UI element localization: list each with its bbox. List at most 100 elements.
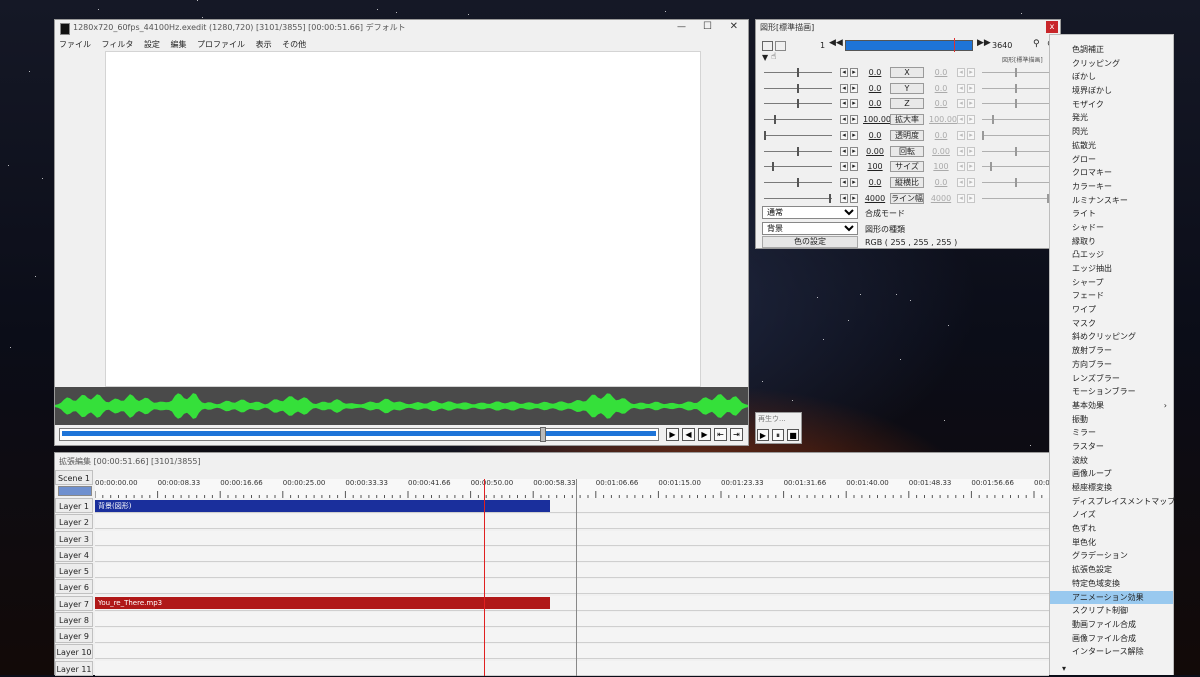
timeline-clip[interactable]: 背景(図形): [95, 499, 550, 512]
frame-end-icon[interactable]: [775, 41, 786, 51]
menu-item[interactable]: 境界ぼかし: [1050, 84, 1173, 98]
increment-arrow-icon[interactable]: ▸: [850, 83, 858, 93]
left-slider-track[interactable]: [764, 166, 832, 168]
left-value[interactable]: 100: [863, 162, 887, 171]
left-slider-thumb[interactable]: [797, 146, 799, 156]
menu-item[interactable]: 拡張色設定: [1050, 563, 1173, 577]
frame-start-icon[interactable]: [762, 41, 773, 51]
param-label-button[interactable]: 縦横比: [890, 176, 924, 188]
decrement-arrow-icon[interactable]: ◂: [840, 177, 848, 187]
menu-view[interactable]: 表示: [256, 40, 272, 49]
menu-item[interactable]: 閃光: [1050, 125, 1173, 139]
jump-start-icon[interactable]: ⇤: [714, 428, 727, 441]
layer-track[interactable]: [95, 514, 1049, 530]
close-button[interactable]: ✕: [730, 21, 738, 32]
menu-item[interactable]: ぼかし: [1050, 70, 1173, 84]
left-value[interactable]: 0.0: [863, 68, 887, 77]
menu-item[interactable]: ワイプ: [1050, 303, 1173, 317]
mini-play-icon[interactable]: ▶: [757, 429, 769, 441]
shape-type-select[interactable]: 背景: [762, 222, 858, 235]
timeline-clip[interactable]: You_re_There.mp3: [95, 597, 550, 609]
increment-arrow-icon[interactable]: ▸: [850, 99, 858, 109]
scene-selector[interactable]: Scene 1: [55, 470, 93, 485]
layer-label[interactable]: Layer 9: [55, 628, 93, 643]
layer-label[interactable]: Layer 5: [55, 563, 93, 578]
menu-item[interactable]: シャープ: [1050, 276, 1173, 290]
param-label-button[interactable]: Z: [890, 98, 924, 110]
menu-item[interactable]: モザイク: [1050, 98, 1173, 112]
increment-arrow-icon[interactable]: ▸: [850, 146, 858, 156]
play-icon[interactable]: ▶: [666, 428, 679, 441]
menu-item[interactable]: 斜めクリッピング: [1050, 330, 1173, 344]
menu-item[interactable]: フェード: [1050, 289, 1173, 303]
layer-label[interactable]: Layer 11: [55, 660, 93, 676]
param-label-button[interactable]: Y: [890, 82, 924, 94]
collapse-icon[interactable]: ▼: [762, 53, 768, 62]
menu-item[interactable]: 振動: [1050, 413, 1173, 427]
layer-track[interactable]: [95, 563, 1049, 578]
jump-end-icon[interactable]: ⇥: [730, 428, 743, 441]
step-forward-icon[interactable]: ▶: [698, 428, 711, 441]
minimize-button[interactable]: —: [677, 22, 686, 32]
left-slider-thumb[interactable]: [797, 68, 799, 77]
menu-item[interactable]: シャドー: [1050, 221, 1173, 235]
menu-item[interactable]: スクリプト制御: [1050, 604, 1173, 618]
left-slider-thumb[interactable]: [773, 115, 776, 125]
left-slider-thumb[interactable]: [797, 177, 799, 187]
layer-track[interactable]: [95, 530, 1049, 546]
pin-icon[interactable]: ⚲: [1033, 39, 1040, 49]
param-label-button[interactable]: 拡大率: [890, 114, 924, 126]
left-value[interactable]: 0.0: [863, 178, 887, 187]
menu-item[interactable]: ミラー: [1050, 426, 1173, 440]
left-slider-thumb[interactable]: [797, 83, 799, 93]
left-value[interactable]: 0.0: [863, 84, 887, 93]
frame-range-bar[interactable]: [845, 38, 973, 52]
layer-track[interactable]: [95, 660, 1049, 676]
layer-label[interactable]: Layer 8: [55, 611, 93, 627]
decrement-arrow-icon[interactable]: ◂: [840, 130, 848, 140]
menu-item[interactable]: 色調補正: [1050, 43, 1173, 57]
step-back-icon[interactable]: ◀: [682, 428, 695, 441]
forward-icon[interactable]: ▶▶: [977, 38, 991, 48]
param-label-button[interactable]: X: [890, 67, 924, 78]
menu-item[interactable]: グロー: [1050, 153, 1173, 167]
left-value[interactable]: 0.0: [863, 131, 887, 140]
left-value[interactable]: 0.0: [863, 99, 887, 108]
menu-profile[interactable]: プロファイル: [197, 40, 245, 49]
menu-settings[interactable]: 設定: [144, 40, 160, 49]
menu-item[interactable]: クロマキー: [1050, 166, 1173, 180]
layer-track[interactable]: [95, 644, 1049, 660]
menu-item[interactable]: モーションブラー: [1050, 385, 1173, 399]
maximize-button[interactable]: ☐: [703, 21, 712, 32]
menu-item[interactable]: カラーキー: [1050, 180, 1173, 194]
left-slider-thumb[interactable]: [828, 193, 831, 203]
menu-item[interactable]: 動画ファイル合成: [1050, 618, 1173, 632]
increment-arrow-icon[interactable]: ▸: [850, 130, 858, 140]
menu-item[interactable]: ノイズ: [1050, 508, 1173, 522]
decrement-arrow-icon[interactable]: ◂: [840, 146, 848, 156]
left-slider-thumb[interactable]: [764, 130, 766, 140]
menu-item[interactable]: 縁取り: [1050, 235, 1173, 249]
mini-pause-icon[interactable]: ⏸: [772, 429, 784, 441]
menu-item[interactable]: 色ずれ: [1050, 522, 1173, 536]
menu-item[interactable]: レンズブラー: [1050, 372, 1173, 386]
decrement-arrow-icon[interactable]: ◂: [840, 68, 848, 77]
param-label-button[interactable]: ライン幅: [890, 192, 924, 204]
decrement-arrow-icon[interactable]: ◂: [840, 193, 848, 203]
menu-item[interactable]: 凸エッジ: [1050, 248, 1173, 262]
menu-item[interactable]: 波紋: [1050, 454, 1173, 468]
menu-item[interactable]: 放射ブラー: [1050, 344, 1173, 358]
increment-arrow-icon[interactable]: ▸: [850, 193, 858, 203]
menu-other[interactable]: その他: [282, 40, 306, 49]
menu-item[interactable]: 拡散光: [1050, 139, 1173, 153]
left-value[interactable]: 100.00: [863, 115, 891, 124]
left-value[interactable]: 4000: [863, 194, 887, 203]
increment-arrow-icon[interactable]: ▸: [850, 115, 858, 125]
menu-item[interactable]: ディスプレイスメントマップ: [1050, 495, 1175, 509]
increment-arrow-icon[interactable]: ▸: [850, 177, 858, 187]
layer-track[interactable]: [95, 546, 1049, 562]
layer-label[interactable]: Layer 6: [55, 579, 93, 595]
menu-edit[interactable]: 編集: [170, 40, 186, 49]
layer-track[interactable]: [95, 628, 1049, 643]
layer-label[interactable]: Layer 4: [55, 546, 93, 562]
